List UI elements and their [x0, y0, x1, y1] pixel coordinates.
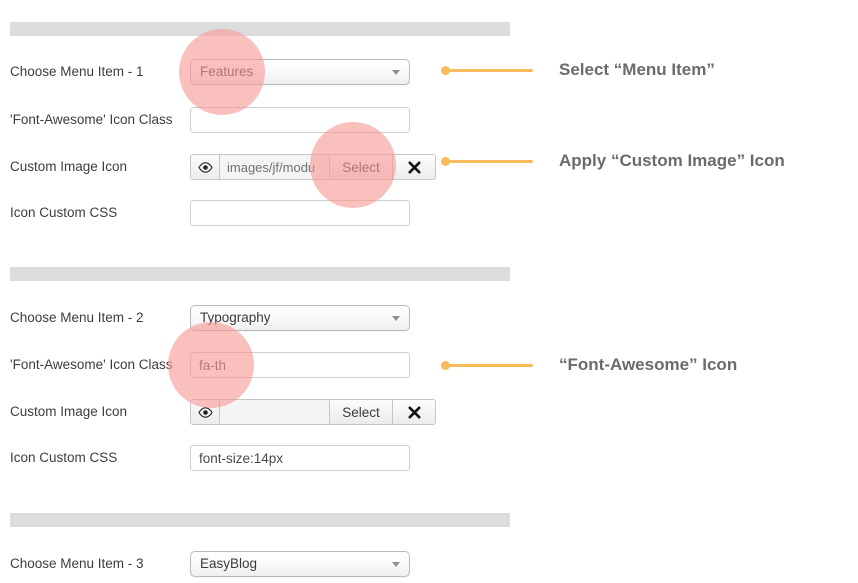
input-font-awesome-class-1[interactable]	[190, 107, 410, 133]
section-divider-2	[10, 267, 510, 281]
eye-icon[interactable]	[191, 400, 220, 424]
annotation-text-select-menu-item: Select “Menu Item”	[559, 60, 715, 79]
label-custom-image-icon-1: Custom Image Icon	[10, 159, 128, 174]
label-choose-menu-item-3: Choose Menu Item - 3	[10, 556, 144, 571]
label-choose-menu-item-1: Choose Menu Item - 1	[10, 64, 144, 79]
label-font-awesome-class-1: 'Font-Awesome' Icon Class	[10, 112, 173, 127]
input-icon-custom-css-1[interactable]	[190, 200, 410, 226]
chevron-down-icon	[392, 562, 400, 567]
chevron-down-icon	[392, 70, 400, 75]
annotation-leader-line	[449, 364, 533, 367]
settings-form-page: Choose Menu Item - 1 Features 'Font-Awes…	[0, 0, 858, 583]
select-value-menu-item-1: Features	[200, 64, 254, 79]
label-custom-image-icon-2: Custom Image Icon	[10, 404, 128, 419]
annotation-text-font-awesome-icon: “Font-Awesome” Icon	[559, 355, 738, 374]
input-font-awesome-class-2[interactable]	[190, 352, 410, 378]
select-value-menu-item-2: Typography	[200, 310, 271, 325]
annotation-text-apply-custom-image-icon: Apply “Custom Image” Icon	[559, 151, 785, 170]
media-input-group-2: Select	[190, 399, 436, 425]
input-icon-custom-css-2[interactable]	[190, 445, 410, 471]
select-image-button-1[interactable]: Select	[330, 155, 393, 179]
section-divider-3	[10, 513, 510, 527]
image-path-value-2[interactable]	[220, 400, 330, 424]
label-icon-custom-css-1: Icon Custom CSS	[10, 205, 118, 220]
select-value-menu-item-3: EasyBlog	[200, 556, 258, 571]
select-choose-menu-item-1[interactable]: Features	[190, 59, 410, 85]
label-icon-custom-css-2: Icon Custom CSS	[10, 450, 118, 465]
label-font-awesome-class-2: 'Font-Awesome' Icon Class	[10, 357, 173, 372]
annotation-leader-line	[449, 160, 533, 163]
image-path-value-1[interactable]: images/jf/modu	[220, 155, 330, 179]
label-choose-menu-item-2: Choose Menu Item - 2	[10, 310, 144, 325]
section-divider-1	[10, 22, 510, 36]
clear-image-button-2[interactable]	[393, 400, 435, 424]
chevron-down-icon	[392, 316, 400, 321]
select-choose-menu-item-3[interactable]: EasyBlog	[190, 551, 410, 577]
select-choose-menu-item-2[interactable]: Typography	[190, 305, 410, 331]
eye-icon[interactable]	[191, 155, 220, 179]
annotation-leader-line	[449, 69, 533, 72]
clear-image-button-1[interactable]	[393, 155, 435, 179]
media-input-group-1: images/jf/modu Select	[190, 154, 436, 180]
select-image-button-2[interactable]: Select	[330, 400, 393, 424]
